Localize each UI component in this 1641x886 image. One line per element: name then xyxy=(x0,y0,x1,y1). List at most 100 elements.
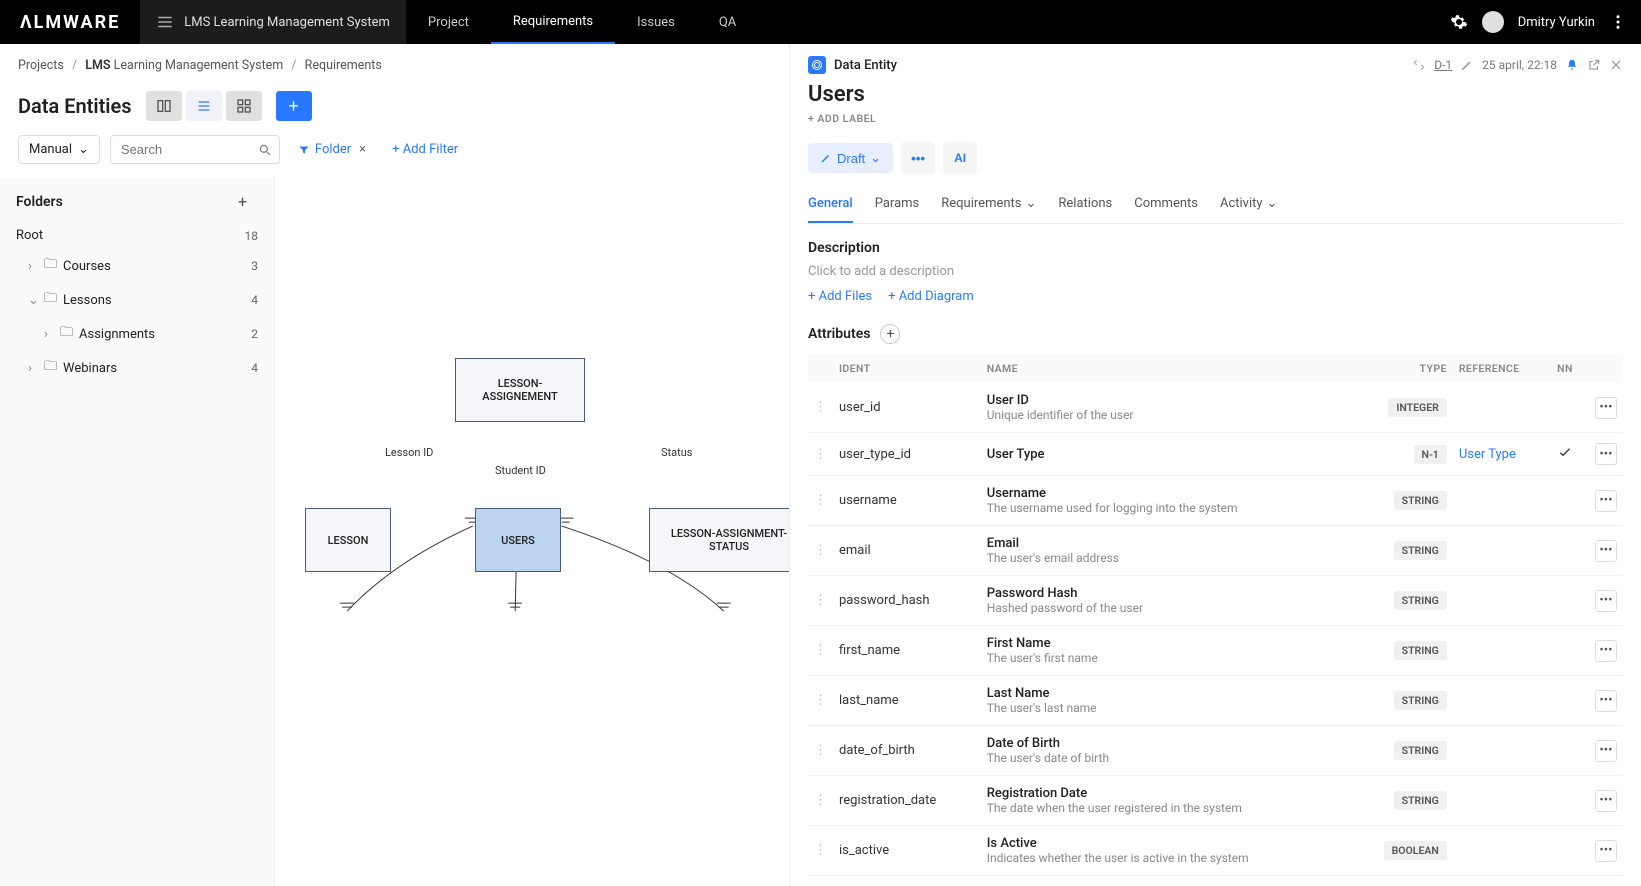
attribute-row[interactable]: ⋮ email EmailThe user's email address ST… xyxy=(808,526,1623,576)
row-more-button[interactable]: ••• xyxy=(1595,790,1617,812)
attr-name: EmailThe user's email address xyxy=(981,526,1351,576)
add-folder-button[interactable]: + xyxy=(238,192,258,212)
entity-node-la[interactable]: LESSON-ASSIGNEMENT xyxy=(455,358,585,422)
nav-tab-project[interactable]: Project xyxy=(406,0,491,44)
drag-handle-icon[interactable]: ⋮ xyxy=(808,726,833,776)
attr-reference xyxy=(1453,526,1551,576)
search-input[interactable] xyxy=(110,135,280,164)
drag-handle-icon[interactable]: ⋮ xyxy=(808,476,833,526)
attribute-row[interactable]: ⋮ user_type_id User Type N-1 User Type •… xyxy=(808,433,1623,476)
attribute-row[interactable]: ⋮ registration_date Registration DateThe… xyxy=(808,776,1623,826)
breadcrumb-project[interactable]: LMS Learning Management System xyxy=(85,58,283,73)
drag-handle-icon[interactable]: ⋮ xyxy=(808,676,833,726)
attr-nn xyxy=(1551,433,1589,476)
entity-node-lesson[interactable]: LESSON xyxy=(305,508,391,572)
folder-item-webinars[interactable]: ›🗀Webinars4 xyxy=(0,351,274,385)
clear-filter-icon[interactable]: × xyxy=(359,142,366,157)
folder-root[interactable]: Root 18 xyxy=(0,222,274,249)
row-more-button[interactable]: ••• xyxy=(1595,443,1617,465)
chevron-down-icon: ⌄ xyxy=(1267,196,1278,211)
project-selector[interactable]: LMS Learning Management System xyxy=(140,0,406,44)
folder-item-lessons[interactable]: ⌄🗀Lessons4 xyxy=(0,283,274,317)
folder-icon: 🗀 xyxy=(44,357,57,379)
manual-select[interactable]: Manual ⌄ xyxy=(18,135,100,164)
add-files-link[interactable]: + Add Files xyxy=(808,289,872,304)
pencil-icon xyxy=(820,152,832,164)
entity-title[interactable]: Users xyxy=(808,82,1623,107)
drag-handle-icon[interactable]: ⋮ xyxy=(808,826,833,876)
folder-item-assignments[interactable]: ›🗀Assignments2 xyxy=(0,317,274,351)
view-toggle xyxy=(146,91,262,121)
panel-tab-requirements[interactable]: Requirements⌄ xyxy=(941,186,1036,223)
add-attribute-button[interactable]: + xyxy=(880,324,900,344)
diagram-canvas[interactable]: LESSON-ASSIGNEMENT LESSON USERS LESSON-ASSI… xyxy=(275,178,789,886)
description-input[interactable]: Click to add a description xyxy=(808,264,1623,279)
close-icon[interactable] xyxy=(1609,58,1623,72)
attr-reference[interactable]: User Type xyxy=(1453,433,1551,476)
row-more-button[interactable]: ••• xyxy=(1595,690,1617,712)
more-actions-button[interactable]: ••• xyxy=(901,142,935,174)
attr-type: STRING xyxy=(1351,626,1453,676)
attr-ident: is_active xyxy=(833,826,981,876)
attribute-row[interactable]: ⋮ user_id User IDUnique identifier of th… xyxy=(808,383,1623,433)
row-more-button[interactable]: ••• xyxy=(1595,490,1617,512)
breadcrumb-projects[interactable]: Projects xyxy=(18,58,64,73)
pencil-icon[interactable] xyxy=(1460,58,1474,72)
drag-handle-icon[interactable]: ⋮ xyxy=(808,383,833,433)
drag-handle-icon[interactable]: ⋮ xyxy=(808,576,833,626)
external-link-icon[interactable] xyxy=(1587,58,1601,72)
view-columns-button[interactable] xyxy=(146,91,182,121)
avatar[interactable] xyxy=(1482,11,1504,33)
drag-handle-icon[interactable]: ⋮ xyxy=(808,526,833,576)
nav-tab-qa[interactable]: QA xyxy=(697,0,758,44)
status-draft-button[interactable]: Draft ⌄ xyxy=(808,143,893,173)
attribute-row[interactable]: ⋮ last_name Last NameThe user's last nam… xyxy=(808,676,1623,726)
folder-filter[interactable]: Folder × xyxy=(290,138,374,161)
entity-node-las[interactable]: LESSON-ASSIGNMENT-STATUS xyxy=(649,508,789,572)
drag-handle-icon[interactable]: ⋮ xyxy=(808,776,833,826)
attribute-row[interactable]: ⋮ username UsernameThe username used for… xyxy=(808,476,1623,526)
add-entity-button[interactable]: + xyxy=(276,91,312,121)
panel-tab-comments[interactable]: Comments xyxy=(1134,186,1198,223)
bell-icon[interactable] xyxy=(1565,58,1579,72)
add-filter-link[interactable]: + Add Filter xyxy=(392,142,458,157)
row-more-button[interactable]: ••• xyxy=(1595,540,1617,562)
row-more-button[interactable]: ••• xyxy=(1595,840,1617,862)
attribute-row[interactable]: ⋮ password_hash Password HashHashed pass… xyxy=(808,576,1623,626)
attr-type: STRING xyxy=(1351,576,1453,626)
row-more-button[interactable]: ••• xyxy=(1595,640,1617,662)
relation-icon[interactable] xyxy=(1412,58,1426,72)
attribute-row[interactable]: ⋮ is_active Is ActiveIndicates whether t… xyxy=(808,826,1623,876)
row-more-button[interactable]: ••• xyxy=(1595,397,1617,419)
nav-tab-requirements[interactable]: Requirements xyxy=(491,0,615,44)
kebab-icon[interactable] xyxy=(1609,13,1627,31)
add-label-button[interactable]: + ADD LABEL xyxy=(808,112,876,125)
attribute-row[interactable]: ⋮ first_name First NameThe user's first … xyxy=(808,626,1623,676)
ai-button[interactable]: AI xyxy=(943,142,977,174)
col-reference: REFERENCE xyxy=(1453,354,1551,383)
entity-id[interactable]: D-1 xyxy=(1434,58,1452,72)
panel-tab-general[interactable]: General xyxy=(808,186,853,223)
attr-reference xyxy=(1453,776,1551,826)
drag-handle-icon[interactable]: ⋮ xyxy=(808,626,833,676)
panel-tab-activity[interactable]: Activity⌄ xyxy=(1220,186,1277,223)
view-list-button[interactable] xyxy=(186,91,222,121)
panel-tab-params[interactable]: Params xyxy=(875,186,920,223)
row-more-button[interactable]: ••• xyxy=(1595,740,1617,762)
attr-type: INTEGER xyxy=(1351,383,1453,433)
edge-label: Student ID xyxy=(493,464,548,477)
check-icon xyxy=(1557,444,1573,460)
gear-icon[interactable] xyxy=(1450,13,1468,31)
breadcrumb-requirements[interactable]: Requirements xyxy=(305,58,382,73)
entity-type-label: Data Entity xyxy=(834,58,897,73)
drag-handle-icon[interactable]: ⋮ xyxy=(808,433,833,476)
col-nn: NN xyxy=(1551,354,1589,383)
entity-node-users[interactable]: USERS xyxy=(475,508,561,572)
add-diagram-link[interactable]: + Add Diagram xyxy=(888,289,974,304)
folder-item-courses[interactable]: ›🗀Courses3 xyxy=(0,249,274,283)
row-more-button[interactable]: ••• xyxy=(1595,590,1617,612)
view-grid-button[interactable] xyxy=(226,91,262,121)
nav-tab-issues[interactable]: Issues xyxy=(615,0,697,44)
panel-tab-relations[interactable]: Relations xyxy=(1058,186,1112,223)
attribute-row[interactable]: ⋮ date_of_birth Date of BirthThe user's … xyxy=(808,726,1623,776)
